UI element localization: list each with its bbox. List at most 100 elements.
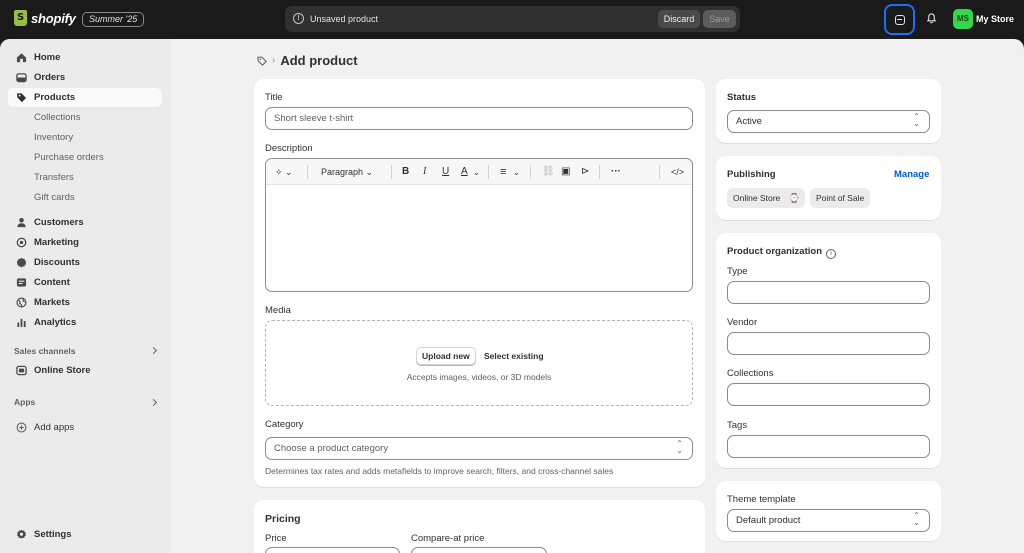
compare-at-price-label: Compare-at price (411, 533, 485, 544)
code-icon[interactable]: </> (671, 166, 684, 178)
sidekick-icon (895, 15, 905, 25)
info-icon[interactable]: i (826, 249, 836, 259)
manage-link[interactable]: Manage (894, 169, 929, 180)
sidebar-item-home[interactable]: Home (8, 48, 162, 67)
calendar-icon[interactable]: ⌚ (789, 188, 800, 208)
toolbar-divider (659, 165, 660, 179)
image-icon[interactable]: ▣ (561, 166, 570, 178)
shopify-logo[interactable]: shopify (14, 10, 76, 26)
price-input[interactable] (265, 547, 400, 553)
sidebar-subitem-transfers[interactable]: Transfers (34, 172, 74, 183)
chevron-right-icon[interactable] (149, 398, 158, 407)
sidekick-button[interactable] (884, 4, 915, 35)
shopify-bag-icon (14, 10, 27, 26)
category-select[interactable]: Choose a product category (265, 437, 693, 460)
paragraph-select[interactable]: Paragraph ⌄ (321, 166, 373, 178)
sidebar-item-label: Online Store (34, 365, 91, 376)
target-icon (16, 237, 27, 248)
edition-badge[interactable]: Summer '25 (82, 12, 145, 27)
channel-chip-online-store[interactable]: Online Store ⌚ (727, 188, 805, 208)
video-icon[interactable]: ⊳ (581, 166, 589, 178)
channel-chip-point-of-sale[interactable]: Point of Sale (810, 188, 871, 208)
description-editor[interactable]: ✧ ⌄ Paragraph ⌄ B I U A ⌄ ≡ ⌄ ⛓ ▣ ⊳ ··· … (265, 158, 693, 292)
sidebar-subitem-inventory[interactable]: Inventory (34, 132, 73, 143)
underline-icon[interactable]: U (442, 166, 449, 178)
link-icon[interactable]: ⛓ (542, 166, 555, 178)
sidebar-item-marketing[interactable]: Marketing (8, 233, 162, 252)
channel-name: Point of Sale (816, 193, 865, 203)
upload-new-button[interactable]: Upload new (416, 347, 476, 365)
category-label: Category (265, 419, 304, 430)
italic-icon[interactable]: I (423, 166, 426, 178)
heading-text: Product organization (727, 246, 822, 257)
pricing-heading: Pricing (265, 513, 301, 525)
sidebar-subitem-collections[interactable]: Collections (34, 112, 80, 123)
status-select[interactable]: Active (727, 110, 930, 133)
sidebar-item-settings[interactable]: Settings (8, 525, 162, 544)
theme-template-select[interactable]: Default product (727, 509, 930, 532)
sidebar-item-label: Discounts (34, 257, 80, 268)
tags-input[interactable] (727, 435, 930, 458)
sidebar-item-orders[interactable]: Orders (8, 68, 162, 87)
content-icon (16, 278, 27, 287)
status-heading: Status (727, 92, 757, 103)
discard-button[interactable]: Discard (658, 10, 700, 28)
unsaved-text: Unsaved product (310, 14, 379, 24)
sidebar-item-online-store[interactable]: Online Store (8, 361, 162, 380)
apps-heading[interactable]: Apps (14, 397, 35, 407)
sidebar-item-label: Customers (34, 217, 84, 228)
collections-label: Collections (727, 368, 774, 379)
bold-icon[interactable]: B (402, 166, 409, 178)
title-input[interactable]: Short sleeve t-shirt (265, 107, 693, 130)
sidebar-subitem-gift-cards[interactable]: Gift cards (34, 192, 75, 203)
top-bar: shopify Summer '25 ! Unsaved product Dis… (0, 0, 1024, 39)
home-icon (16, 53, 27, 63)
chevron-right-icon[interactable] (149, 346, 158, 355)
discount-icon (16, 257, 27, 268)
tags-label: Tags (727, 420, 748, 431)
more-icon[interactable]: ··· (611, 166, 621, 178)
gear-icon (17, 529, 26, 539)
store-name[interactable]: My Store (976, 14, 1014, 24)
align-icon[interactable]: ≡ (500, 166, 506, 178)
sidebar-item-label: Markets (34, 297, 70, 308)
sidebar-item-label: Add apps (34, 422, 75, 433)
sidebar-item-label: Home (34, 52, 61, 63)
sidebar-item-customers[interactable]: Customers (8, 213, 162, 232)
plus-circle-icon (16, 422, 27, 433)
tag-icon[interactable] (257, 56, 267, 66)
text-color-icon[interactable]: A (461, 166, 468, 178)
sidebar: Home Orders Products Collections Invento… (0, 39, 170, 553)
sidebar-item-analytics[interactable]: Analytics (8, 313, 162, 332)
ai-magic-icon[interactable]: ✧ ⌄ (275, 166, 293, 178)
chevron-down-icon[interactable]: ⌄ (473, 167, 480, 179)
compare-at-price-input[interactable] (411, 547, 547, 553)
collections-input[interactable] (727, 383, 930, 406)
sidebar-item-add-apps[interactable]: Add apps (8, 418, 162, 437)
publishing-heading: Publishing (727, 169, 776, 180)
description-label: Description (265, 143, 313, 154)
page-title: Add product (280, 53, 358, 68)
type-input[interactable] (727, 281, 930, 304)
save-button[interactable]: Save (703, 10, 736, 28)
sidebar-item-markets[interactable]: Markets (8, 293, 162, 312)
chevron-down-icon[interactable]: ⌄ (513, 167, 520, 179)
toolbar-divider (391, 165, 392, 179)
sidebar-item-label: Analytics (34, 317, 77, 328)
avatar[interactable]: MS (953, 9, 973, 29)
select-existing-button[interactable]: Select existing (484, 351, 544, 361)
sidebar-item-discounts[interactable]: Discounts (8, 253, 162, 272)
media-dropzone[interactable]: Upload new Select existing Accepts image… (265, 320, 693, 406)
sidebar-item-products[interactable]: Products (8, 88, 162, 107)
sidebar-item-content[interactable]: Content (8, 273, 162, 292)
person-icon (17, 217, 26, 228)
store-icon (16, 365, 27, 376)
alert-icon: ! (293, 13, 304, 24)
globe-icon (16, 297, 27, 308)
sales-channels-heading[interactable]: Sales channels (14, 346, 75, 356)
sidebar-subitem-purchase-orders[interactable]: Purchase orders (34, 152, 104, 163)
breadcrumb-separator: › (272, 55, 276, 66)
vendor-input[interactable] (727, 332, 930, 355)
bell-icon[interactable] (926, 13, 937, 24)
unsaved-changes-bar: ! Unsaved product Discard Save (285, 6, 740, 32)
